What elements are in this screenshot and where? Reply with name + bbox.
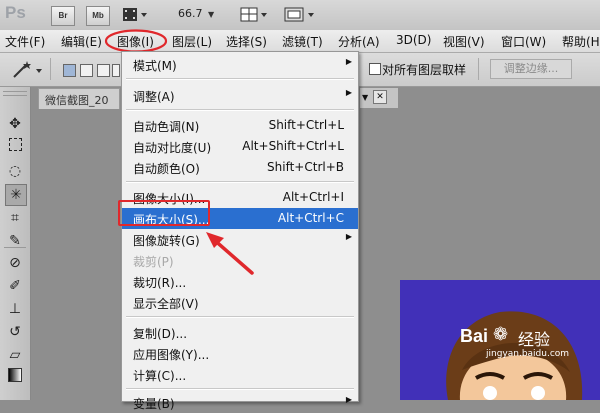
menu-separator [126, 316, 354, 318]
menu-item-auto-tone[interactable]: 自动色调(N) Shift+Ctrl+L [122, 115, 358, 136]
app-title-bar: Ps Br Mb 66.7 ▼ [0, 0, 600, 31]
menu-3d[interactable]: 3D(D) [396, 33, 431, 47]
eyedropper-tool-icon[interactable]: ✎ [5, 231, 25, 251]
healing-brush-tool-icon[interactable]: ⊘ [5, 253, 25, 273]
watermark-brand: Bai [460, 326, 489, 346]
menu-item-shortcut: Shift+Ctrl+B [267, 160, 344, 174]
menu-item-label: 复制(D)... [133, 327, 188, 341]
magic-wand-tool-icon[interactable]: ✳ [5, 184, 27, 206]
menu-window[interactable]: 窗口(W) [501, 33, 546, 50]
submenu-arrow-icon: ▶ [345, 57, 352, 66]
menu-item-label: 模式(M) [133, 59, 177, 73]
tools-panel: ✥ ◌ ✳ ⌗ ✎ ⊘ ✐ ⊥ ↺ ▱ [0, 87, 31, 400]
gradient-tool-icon[interactable] [5, 368, 25, 388]
photoshop-logo: Ps [5, 3, 26, 22]
menu-item-label: 裁切(R)... [133, 276, 187, 290]
menu-item-calculations[interactable]: 计算(C)... [122, 364, 358, 385]
sample-all-layers-label: 对所有图层取样 [382, 63, 467, 77]
add-selection-icon[interactable] [80, 64, 93, 77]
marquee-tool-icon[interactable] [5, 137, 25, 157]
menu-separator [126, 388, 354, 390]
menu-item-duplicate[interactable]: 复制(D)... [122, 322, 358, 343]
screen-mode-button[interactable] [284, 6, 318, 27]
submenu-arrow-icon: ▶ [345, 232, 352, 241]
menu-file[interactable]: 文件(F) [5, 33, 45, 50]
brush-tool-icon[interactable]: ✐ [5, 276, 25, 296]
close-icon[interactable]: ✕ [373, 90, 387, 104]
menu-item-shortcut: Alt+Ctrl+I [282, 190, 344, 204]
menu-item-label: 计算(C)... [133, 369, 187, 383]
menu-item-shortcut: Alt+Shift+Ctrl+L [242, 139, 344, 153]
options-divider [50, 58, 51, 80]
menu-item-label: 自动色调(N) [133, 120, 200, 134]
watermark-brand-suffix: 经验 [518, 330, 551, 349]
crop-tool-icon[interactable]: ⌗ [5, 208, 25, 228]
menu-view[interactable]: 视图(V) [443, 33, 485, 50]
menu-separator [126, 181, 354, 183]
menu-item-label: 变量(B) [133, 397, 175, 411]
menu-item-mode[interactable]: 模式(M) ▶ [122, 54, 358, 75]
film-strip-icon [123, 8, 147, 21]
menu-item-label: 应用图像(Y)... [133, 348, 210, 362]
arrange-documents-button[interactable] [240, 6, 270, 27]
submenu-arrow-icon: ▶ [345, 88, 352, 97]
menu-item-shortcut: Shift+Ctrl+L [268, 118, 344, 132]
annotation-rectangle [118, 200, 210, 226]
lasso-tool-icon[interactable]: ◌ [5, 161, 25, 181]
watermark-url: jingyan.baidu.com [486, 349, 570, 359]
menu-item-adjustments[interactable]: 调整(A) ▶ [122, 85, 358, 106]
menu-item-auto-color[interactable]: 自动颜色(O) Shift+Ctrl+B [122, 157, 358, 178]
eraser-tool-icon[interactable]: ▱ [5, 345, 25, 365]
menu-filter[interactable]: 滤镜(T) [282, 33, 323, 50]
menu-separator [126, 109, 354, 111]
menu-item-label: 裁剪(P) [133, 255, 174, 269]
menu-item-apply-image[interactable]: 应用图像(Y)... [122, 343, 358, 364]
menu-item-label: 自动对比度(U) [133, 141, 212, 155]
annotation-arrow [206, 232, 254, 275]
menu-help[interactable]: 帮助(H) [562, 33, 600, 50]
intersect-selection-icon[interactable] [112, 64, 120, 77]
tools-divider [4, 247, 26, 248]
document-tab-overflow: ▼ ✕ [360, 88, 398, 108]
view-extras-button[interactable] [122, 7, 148, 26]
tool-preset-picker[interactable] [10, 59, 46, 84]
canvas-image[interactable]: Bai ❁ 经验 jingyan.baidu.com [400, 280, 600, 400]
menu-item-auto-contrast[interactable]: 自动对比度(U) Alt+Shift+Ctrl+L [122, 136, 358, 157]
refine-edge-button[interactable]: 调整边缘... [490, 59, 572, 79]
grid-icon [240, 7, 267, 22]
screen-mode-icon [284, 7, 314, 22]
bridge-button[interactable]: Br [51, 6, 75, 26]
menu-separator [126, 78, 354, 80]
history-brush-tool-icon[interactable]: ↺ [5, 322, 25, 342]
minibridge-button[interactable]: Mb [86, 6, 110, 26]
menu-item-shortcut: Alt+Ctrl+C [277, 211, 344, 225]
menu-item-label: 自动颜色(O) [133, 162, 200, 176]
clone-stamp-tool-icon[interactable]: ⊥ [5, 299, 25, 319]
document-tab-title: 微信截图_20 [45, 94, 109, 107]
magic-wand-icon [13, 61, 42, 78]
menu-select[interactable]: 选择(S) [226, 33, 267, 50]
menu-item-variables[interactable]: 变量(B) ▶ [122, 392, 358, 413]
zoom-dropdown-chevron-icon[interactable]: ▼ [208, 10, 214, 19]
subtract-selection-icon[interactable] [97, 64, 110, 77]
panel-grip[interactable] [3, 91, 27, 96]
menu-item-label: 调整(A) [133, 90, 175, 104]
menu-item-label: 显示全部(V) [133, 297, 199, 311]
menu-edit[interactable]: 编辑(E) [61, 33, 102, 50]
image-menu-dropdown: 模式(M) ▶ 调整(A) ▶ 自动色调(N) Shift+Ctrl+L 自动对… [121, 51, 359, 411]
document-tab[interactable]: 微信截图_20 [38, 88, 120, 109]
tab-overflow-chevron-icon[interactable]: ▼ [362, 93, 368, 102]
options-divider [478, 58, 479, 80]
menu-layer[interactable]: 图层(L) [172, 33, 212, 50]
new-selection-icon[interactable] [63, 64, 76, 77]
menu-analysis[interactable]: 分析(A) [338, 33, 380, 50]
move-tool-icon[interactable]: ✥ [5, 114, 25, 134]
sample-all-layers-checkbox[interactable] [369, 63, 381, 75]
menu-bar: 文件(F) 编辑(E) 图像(I) 图层(L) 选择(S) 滤镜(T) 分析(A… [0, 30, 600, 53]
menu-item-label: 图像旋转(G) [133, 234, 200, 248]
zoom-level[interactable]: 66.7 [178, 7, 203, 20]
paw-icon: ❁ [493, 324, 509, 345]
menu-item-reveal-all[interactable]: 显示全部(V) [122, 292, 358, 313]
